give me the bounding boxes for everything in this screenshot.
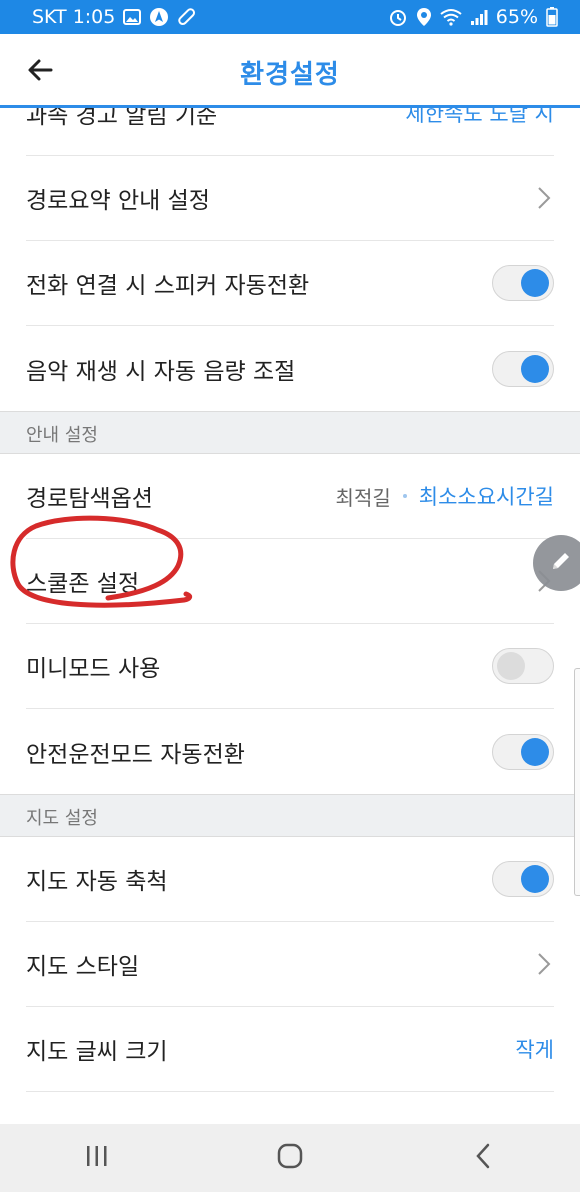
safe-drive-toggle[interactable] <box>492 733 554 770</box>
pill-icon <box>177 7 197 27</box>
row-inner: 미니모드 사용 <box>26 624 554 709</box>
row-label: 과속 경고 알림 기준 <box>26 108 218 129</box>
wifi-icon <box>440 8 462 26</box>
row-inner: 음악 재생 시 자동 음량 조절 <box>26 326 554 411</box>
recent-apps-icon <box>85 1145 109 1171</box>
toggle-knob <box>497 652 525 680</box>
page-title: 환경설정 <box>240 60 340 90</box>
signal-icon <box>470 8 488 26</box>
row-label: 지도 글씨 크기 <box>26 1039 168 1065</box>
row-label: 스쿨존 설정 <box>26 571 140 597</box>
navigation-app-icon <box>149 7 169 27</box>
settings-row-map-auto-scale: 지도 자동 축척 <box>0 837 580 922</box>
section-title: 지도 설정 <box>26 808 98 829</box>
row-inner: 안전운전모드 자동전환 <box>26 709 554 794</box>
settings-row-map-style[interactable]: 지도 스타일 <box>0 922 580 1007</box>
route-option-1: 최적길 <box>335 485 391 510</box>
edge-panel-handle[interactable] <box>574 668 580 896</box>
settings-row-speed-alert[interactable]: 과속 경고 알림 기준 제한속도 도달 시 <box>0 108 580 156</box>
separator-dot <box>402 494 407 498</box>
status-left: SKT 1:05 <box>32 6 197 28</box>
toggle-knob <box>521 865 549 893</box>
back-nav-icon <box>475 1143 491 1173</box>
row-inner: 경로요약 안내 설정 <box>26 156 554 241</box>
app-header: 환경설정 <box>0 34 580 108</box>
row-inner: 전화 연결 시 스피커 자동전환 <box>26 241 554 326</box>
chevron-right-icon <box>534 185 554 211</box>
row-value: 작게 <box>515 1038 554 1062</box>
row-label: 경로탐색옵션 <box>26 486 153 512</box>
toggle-knob <box>521 269 549 297</box>
pencil-icon <box>549 549 573 577</box>
home-icon <box>277 1143 303 1173</box>
settings-row-map-font-size[interactable]: 지도 글씨 크기 작게 <box>0 1007 580 1092</box>
back-nav-button[interactable] <box>443 1128 523 1188</box>
settings-row-route-option[interactable]: 경로탐색옵션 최적길 최소소요시간길 <box>0 454 580 539</box>
route-option-2: 최소소요시간길 <box>418 485 554 509</box>
alarm-icon <box>388 7 408 27</box>
row-label: 지도 스타일 <box>26 954 140 980</box>
section-title: 안내 설정 <box>26 425 98 446</box>
chevron-right-icon <box>534 951 554 977</box>
battery-icon <box>546 7 558 27</box>
toggle-knob <box>521 354 549 383</box>
edit-floating-button[interactable] <box>533 535 580 591</box>
status-bar: SKT 1:05 65% <box>0 0 580 34</box>
settings-row-school-zone[interactable]: 스쿨존 설정 <box>0 539 580 624</box>
row-label: 미니모드 사용 <box>26 656 161 682</box>
row-inner: 과속 경고 알림 기준 제한속도 도달 시 <box>26 108 554 156</box>
music-volume-toggle[interactable] <box>492 350 554 387</box>
recent-apps-button[interactable] <box>57 1128 137 1188</box>
row-label: 경로요약 안내 설정 <box>26 188 210 214</box>
row-label: 안전운전모드 자동전환 <box>26 741 245 768</box>
row-inner: 지도 글씨 크기 작게 <box>26 1007 554 1092</box>
location-icon <box>416 7 432 27</box>
status-right: 65% <box>388 6 558 28</box>
mini-mode-toggle[interactable] <box>492 648 554 684</box>
settings-list[interactable]: 과속 경고 알림 기준 제한속도 도달 시 경로요약 안내 설정 전화 연결 시… <box>0 108 580 1124</box>
settings-row-mini-mode: 미니모드 사용 <box>0 624 580 709</box>
row-label: 전화 연결 시 스피커 자동전환 <box>26 273 310 299</box>
settings-row-route-summary[interactable]: 경로요약 안내 설정 <box>0 156 580 241</box>
row-inner: 지도 자동 축척 <box>26 837 554 922</box>
row-inner: 지도 스타일 <box>26 922 554 1007</box>
row-inner: 스쿨존 설정 <box>26 539 554 624</box>
settings-row-music-volume: 음악 재생 시 자동 음량 조절 <box>0 326 580 411</box>
system-navigation-bar <box>0 1124 580 1192</box>
row-value: 제한속도 도달 시 <box>405 108 554 126</box>
home-button[interactable] <box>250 1128 330 1188</box>
settings-row-safe-drive: 안전운전모드 자동전환 <box>0 709 580 794</box>
route-option-values: 최적길 최소소요시간길 <box>336 481 554 511</box>
row-label: 음악 재생 시 자동 음량 조절 <box>26 358 296 385</box>
gallery-icon <box>123 9 142 25</box>
settings-row-speaker-switch: 전화 연결 시 스피커 자동전환 <box>0 241 580 326</box>
row-inner: 경로탐색옵션 최적길 최소소요시간길 <box>26 454 554 539</box>
carrier-time: SKT 1:05 <box>32 6 116 28</box>
map-auto-scale-toggle[interactable] <box>492 861 554 897</box>
section-header-guidance: 안내 설정 <box>0 411 580 454</box>
speaker-switch-toggle[interactable] <box>492 265 554 301</box>
section-header-map: 지도 설정 <box>0 794 580 837</box>
row-label: 지도 자동 축척 <box>26 869 168 895</box>
battery-percent: 65% <box>495 6 538 28</box>
toggle-knob <box>521 737 549 766</box>
